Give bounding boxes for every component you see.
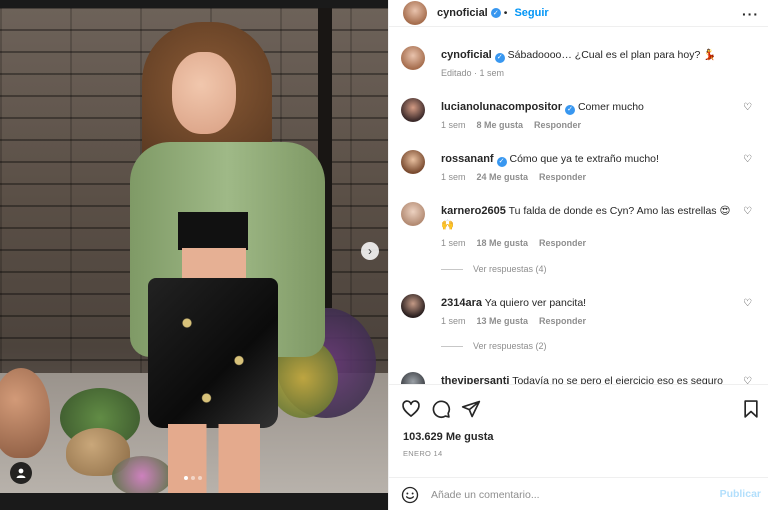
heart-icon[interactable]: ♡: [743, 103, 753, 113]
comment-item: 2314ara Ya quiero ver pancita! 1 sem 13 …: [401, 294, 759, 334]
divider-line: [441, 268, 463, 270]
comment-icon[interactable]: [431, 399, 451, 419]
comment-time[interactable]: 1 sem: [441, 172, 466, 182]
comment-composer: Publicar: [389, 477, 768, 510]
carousel-indicator: [184, 476, 202, 480]
post-actions: 103.629 Me gusta ENERO 14 Publicar: [389, 384, 768, 510]
carousel-dot: [191, 476, 195, 480]
comment-item: lucianolunacompositor ✓ Comer mucho 1 sem…: [401, 98, 759, 138]
comment-item: rossananf ✓ Cómo que ya te extraño mucho!…: [401, 150, 759, 190]
heart-icon[interactable]: ♡: [743, 207, 753, 217]
heart-icon[interactable]: ♡: [743, 155, 753, 165]
face: [172, 52, 236, 134]
sequin-star-skirt: [148, 278, 278, 428]
comment-text: Comer mucho: [577, 101, 644, 113]
view-replies-button[interactable]: Ver respuestas (4): [441, 264, 547, 274]
comment-time[interactable]: 1 sem: [441, 120, 466, 130]
avatar[interactable]: [401, 372, 425, 384]
comment-likes[interactable]: 8 Me gusta: [477, 120, 524, 130]
comment-item: karnero2605 Tu falda de donde es Cyn? Am…: [401, 202, 759, 272]
carousel-dot-active: [184, 476, 188, 480]
send-icon[interactable]: [461, 399, 481, 419]
reply-button[interactable]: Responder: [539, 238, 586, 248]
author-username[interactable]: cynoficial: [437, 7, 488, 19]
post-image[interactable]: [0, 8, 388, 493]
verified-badge-icon: ✓: [565, 105, 576, 115]
caption-meta: Editado · 1 sem: [441, 68, 504, 78]
post-media: ›: [0, 0, 388, 510]
comment-username[interactable]: 2314ara: [441, 297, 482, 309]
smiley-icon[interactable]: [401, 486, 419, 504]
midriff: [182, 248, 246, 282]
separator-dot: •: [503, 7, 508, 19]
avatar[interactable]: [401, 150, 425, 174]
likes-count[interactable]: 103.629 Me gusta: [403, 431, 494, 443]
post-header: cynoficial ✓ • Seguir ···: [389, 0, 768, 27]
caption-meta-text: Editado · 1 sem: [441, 68, 505, 78]
verified-badge-icon: ✓: [494, 53, 505, 63]
publish-button[interactable]: Publicar: [720, 488, 761, 500]
comment-body: 2314ara Ya quiero ver pancita!: [441, 296, 741, 310]
verified-badge-icon: ✓: [490, 8, 501, 18]
comment-username[interactable]: lucianolunacompositor: [441, 101, 562, 113]
comment-meta: 1 sem 8 Me gusta Responder: [441, 120, 581, 130]
caption: cynoficial ✓ Sábadoooo… ¿Cual es el plan …: [401, 46, 759, 86]
comment-time[interactable]: 1 sem: [441, 316, 466, 326]
comment-likes[interactable]: 18 Me gusta: [477, 238, 529, 248]
legs: [168, 424, 260, 493]
reply-button[interactable]: Responder: [539, 172, 586, 182]
view-replies-button[interactable]: Ver respuestas (2): [441, 341, 547, 351]
view-replies-label: Ver respuestas (2): [473, 341, 547, 351]
comment-likes[interactable]: 13 Me gusta: [477, 316, 529, 326]
verified-badge-icon: ✓: [496, 157, 507, 167]
black-top: [178, 212, 248, 250]
reply-button[interactable]: Responder: [539, 316, 586, 326]
divider-line: [441, 345, 463, 347]
comment-input[interactable]: [431, 484, 701, 506]
reply-button[interactable]: Responder: [534, 120, 581, 130]
avatar[interactable]: [401, 294, 425, 318]
comment-meta: 1 sem 13 Me gusta Responder: [441, 316, 586, 326]
comment-body: karnero2605 Tu falda de donde es Cyn? Am…: [441, 204, 731, 232]
comment-time[interactable]: 1 sem: [441, 238, 466, 248]
avatar[interactable]: [401, 202, 425, 226]
comment-text: Ya quiero ver pancita!: [484, 297, 587, 309]
comment-username[interactable]: rossananf: [441, 153, 494, 165]
ellipsis-icon[interactable]: ···: [742, 6, 759, 22]
comment-text: Todavía no se pero el ejercicio eso es s…: [512, 375, 723, 384]
person-icon: [16, 468, 26, 478]
comment-body: lucianolunacompositor ✓ Comer mucho: [441, 100, 741, 115]
woman-figure: [120, 22, 330, 493]
comment-meta: 1 sem 24 Me gusta Responder: [441, 172, 586, 182]
avatar[interactable]: [403, 1, 427, 25]
post-side-panel: cynoficial ✓ • Seguir ··· cynoficial ✓ Sá…: [388, 0, 768, 510]
comment-body: thevipersanti Todavía no se pero el ejer…: [441, 374, 741, 384]
heart-icon[interactable]: [401, 399, 421, 419]
avatar[interactable]: [401, 98, 425, 122]
comments-list[interactable]: cynoficial ✓ Sábadoooo… ¿Cual es el plan …: [389, 28, 768, 384]
comment-item: thevipersanti Todavía no se pero el ejer…: [401, 372, 759, 384]
comment-body: rossananf ✓ Cómo que ya te extraño mucho!: [441, 152, 741, 167]
post-date[interactable]: ENERO 14: [403, 449, 443, 458]
avatar[interactable]: [401, 46, 425, 70]
follow-button[interactable]: Seguir: [514, 7, 548, 19]
comment-likes[interactable]: 24 Me gusta: [477, 172, 529, 182]
heart-icon[interactable]: ♡: [743, 377, 753, 385]
comment-meta: 1 sem 18 Me gusta Responder: [441, 238, 586, 248]
chevron-right-icon[interactable]: ›: [361, 242, 379, 260]
comment-username[interactable]: karnero2605: [441, 205, 506, 217]
comment-text: Cómo que ya te extraño mucho!: [509, 153, 659, 165]
comment-username[interactable]: thevipersanti: [441, 375, 509, 384]
caption-text: Sábadoooo… ¿Cual es el plan para hoy? 💃: [507, 49, 717, 61]
bookmark-icon[interactable]: [741, 399, 761, 419]
heart-icon[interactable]: ♡: [743, 299, 753, 309]
carousel-dot: [198, 476, 202, 480]
caption-username[interactable]: cynoficial: [441, 49, 492, 61]
user-tag-icon[interactable]: [10, 462, 32, 484]
action-icons: [401, 399, 759, 421]
view-replies-label: Ver respuestas (4): [473, 264, 547, 274]
instagram-post-modal: › cynoficial ✓ • Seguir ··· cynoficial ✓…: [0, 0, 768, 510]
caption-body: cynoficial ✓ Sábadoooo… ¿Cual es el plan …: [441, 48, 741, 63]
